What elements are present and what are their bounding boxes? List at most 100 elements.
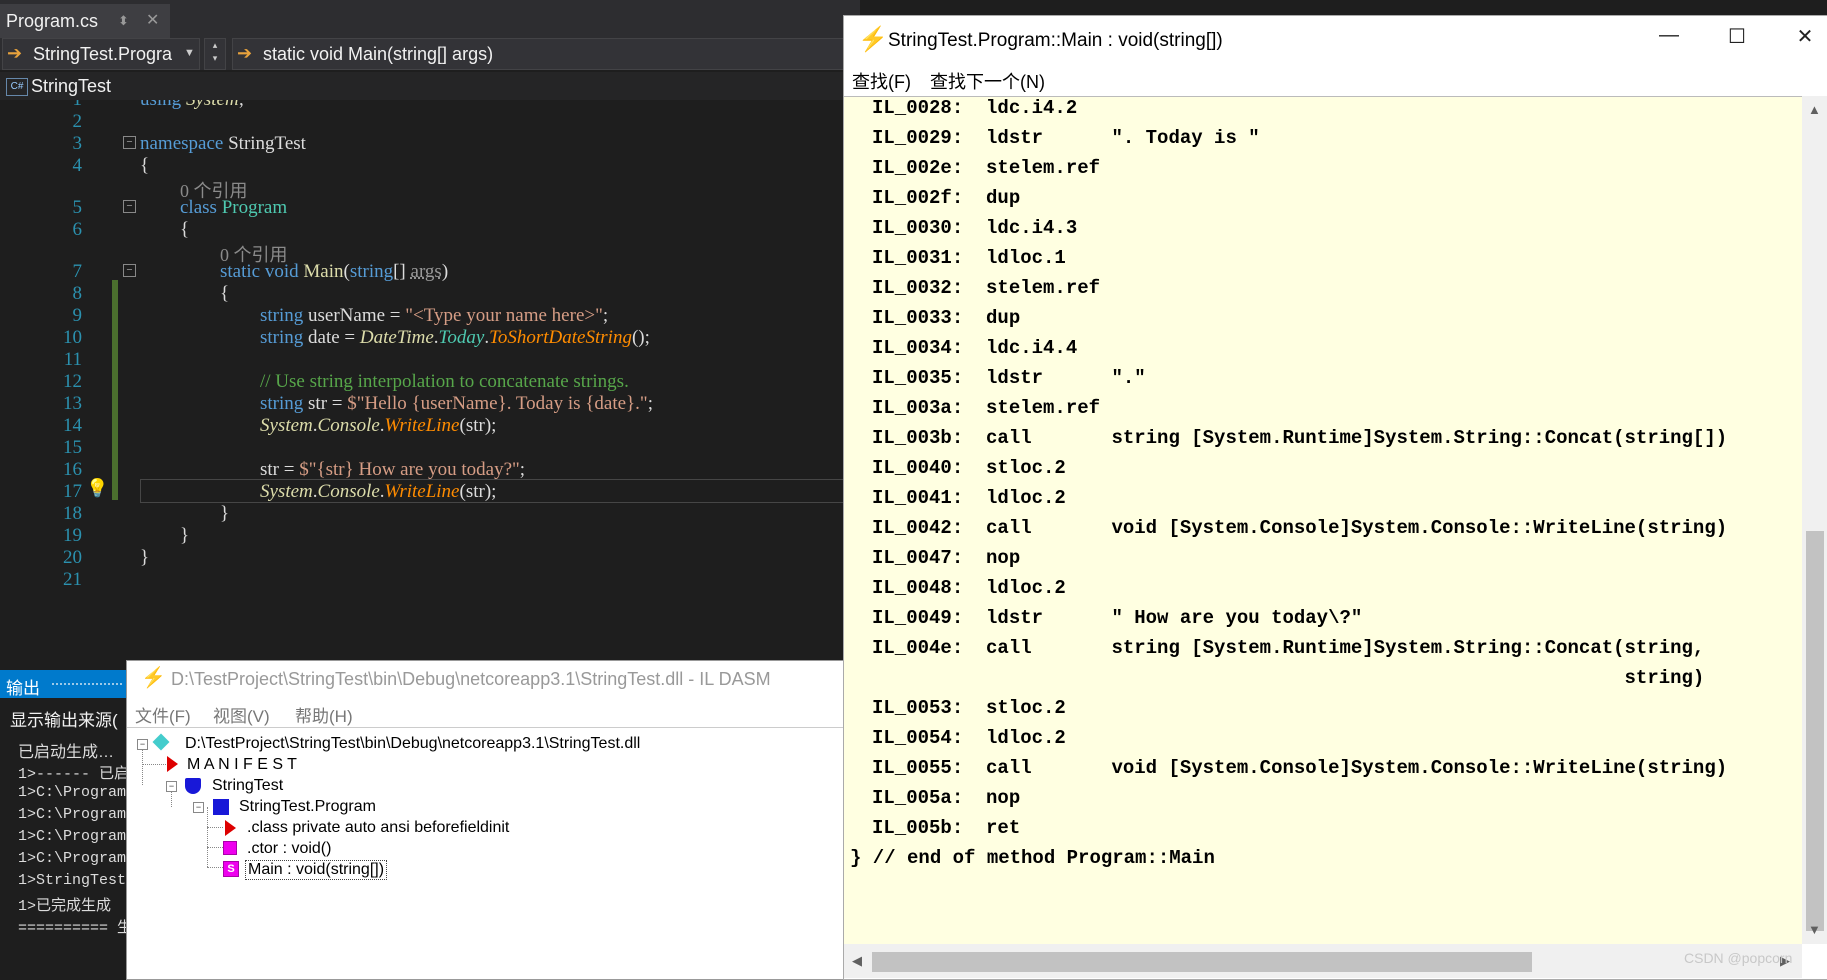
tree-toggle-class[interactable]: − xyxy=(193,802,204,813)
method-title-bar[interactable]: ⚡ StringTest.Program::Main : void(string… xyxy=(844,16,1827,64)
il-line: IL_0049: ldstr " How are you today\?" xyxy=(872,607,1363,629)
nav-spinner[interactable]: ▴ ▾ xyxy=(204,38,226,70)
code-line: using System; xyxy=(140,100,244,111)
keyword: string xyxy=(260,327,304,348)
fold-toggle-class[interactable]: − xyxy=(123,200,136,213)
keyword: static xyxy=(220,261,261,282)
il-line: IL_0053: stloc.2 xyxy=(872,697,1066,719)
output-source-label: 显示输出来源( xyxy=(10,711,118,730)
maximize-button[interactable]: ☐ xyxy=(1717,24,1757,54)
code-line: System.Console.WriteLine(str); xyxy=(260,481,496,503)
output-line: ========== 生 xyxy=(18,920,130,937)
fold-toggle-main[interactable]: − xyxy=(123,264,136,277)
ildasm-app-icon: ⚡ xyxy=(141,667,166,689)
close-icon[interactable]: ✕ xyxy=(146,10,159,30)
keyword: void xyxy=(264,261,299,282)
scroll-left-arrow[interactable]: ◀ xyxy=(852,953,862,969)
tree-node-assembly[interactable]: D:\TestProject\StringTest\bin\Debug\netc… xyxy=(185,735,640,753)
code-line: string str = $"Hello {userName}. Today i… xyxy=(260,393,653,415)
code-editor[interactable]: − − − 1 2 3 4 5 6 7 8 9 10 11 12 13 14 1… xyxy=(0,100,860,670)
il-line: IL_0028: ldc.i4.2 xyxy=(872,97,1078,119)
output-line: 1>------ 已启 xyxy=(18,766,130,783)
keyword: class xyxy=(180,197,217,218)
string-literal: $"Hello xyxy=(347,393,412,414)
menu-find-next[interactable]: 查找下一个(N) xyxy=(930,68,1045,94)
namespace-ref: System xyxy=(260,415,313,436)
line-number: 16 xyxy=(63,459,82,480)
current-line-highlight xyxy=(140,479,860,503)
close-button[interactable]: ✕ xyxy=(1785,24,1825,54)
parameter: args xyxy=(410,261,442,282)
line-number: 21 xyxy=(63,569,82,590)
scroll-down-arrow[interactable]: ▼ xyxy=(1808,922,1821,937)
code-comment: // Use string interpolation to concatena… xyxy=(260,371,629,392)
vertical-scroll-thumb[interactable] xyxy=(1806,531,1824,931)
line-number: 10 xyxy=(63,327,82,348)
pin-icon[interactable]: ⬍ xyxy=(118,13,129,29)
line-number: 9 xyxy=(72,305,83,326)
vertical-scrollbar[interactable]: ▲ ▼ xyxy=(1802,96,1827,944)
tree-toggle-root[interactable]: − xyxy=(137,739,148,750)
line-number: 7 xyxy=(72,261,83,282)
grip xyxy=(52,683,122,685)
member-dropdown-value: static void Main(string[] args) xyxy=(263,44,494,64)
tree-node-ctor[interactable]: .ctor : void() xyxy=(247,840,331,858)
output-title: 输出 xyxy=(6,679,40,698)
code-line: static void Main(string[] args) xyxy=(220,261,448,283)
horizontal-scrollbar[interactable]: ◀ ▶ xyxy=(844,944,1802,978)
il-line: IL_0047: nop xyxy=(872,547,1021,569)
menu-file[interactable]: 文件(F) xyxy=(135,702,191,727)
interp-var: {date} xyxy=(585,393,636,414)
tree-node-manifest[interactable]: M A N I F E S T xyxy=(187,756,297,774)
class-dropdown[interactable]: ➔ StringTest.Progra ▼ xyxy=(2,38,200,70)
punct: } xyxy=(140,547,150,568)
fold-toggle-namespace[interactable]: − xyxy=(123,136,136,149)
output-panel-tab[interactable]: 输出 xyxy=(0,670,130,698)
il-line: IL_0031: ldloc.1 xyxy=(872,247,1066,269)
ildasm-title-bar[interactable]: ⚡ D:\TestProject\StringTest\bin\Debug\ne… xyxy=(127,661,887,697)
code-line: { xyxy=(180,219,189,241)
horizontal-scroll-thumb[interactable] xyxy=(872,952,1532,972)
il-line: IL_002f: dup xyxy=(872,187,1021,209)
tree-toggle-namespace[interactable]: − xyxy=(166,781,177,792)
il-line: string) xyxy=(872,667,1705,689)
output-panel[interactable]: 显示输出来源( 已启动生成… 1>------ 已启 1>C:\Program … xyxy=(0,698,130,978)
class-dropdown-value: StringTest.Progra xyxy=(33,44,173,64)
il-line: IL_0041: ldloc.2 xyxy=(872,487,1066,509)
method-window-title: StringTest.Program::Main : void(string[]… xyxy=(888,30,1223,51)
code-line: } xyxy=(220,503,229,525)
keyword: string xyxy=(349,261,394,282)
tree-node-namespace[interactable]: StringTest xyxy=(212,777,283,795)
tree-connector xyxy=(207,867,223,868)
code-line: } xyxy=(140,547,149,569)
string-literal: ." xyxy=(635,393,648,414)
punct: ; xyxy=(239,100,244,110)
manifest-icon xyxy=(167,756,178,772)
menu-view[interactable]: 视图(V) xyxy=(213,702,270,727)
menu-find[interactable]: 查找(F) xyxy=(852,68,911,94)
tree-node-class-decl[interactable]: .class private auto ansi beforefieldinit xyxy=(247,819,509,837)
line-number: 2 xyxy=(72,111,83,132)
punct: { xyxy=(220,283,230,304)
tree-node-class[interactable]: StringTest.Program xyxy=(239,798,376,816)
il-line: IL_0048: ldloc.2 xyxy=(872,577,1066,599)
scroll-up-arrow[interactable]: ▲ xyxy=(1808,102,1821,117)
arrow-icon: ➔ xyxy=(7,43,23,63)
code-line: System.Console.WriteLine(str); xyxy=(260,415,496,437)
line-number: 11 xyxy=(63,349,82,370)
class-decl-icon xyxy=(225,820,236,836)
tab-program-cs[interactable]: Program.cs ⬍ ✕ xyxy=(0,4,170,40)
tree-node-main[interactable]: Main : void(string[]) xyxy=(245,860,388,880)
arrow-icon: ➔ xyxy=(237,43,253,63)
member-dropdown[interactable]: ➔ static void Main(string[] args) xyxy=(232,38,854,70)
menu-help[interactable]: 帮助(H) xyxy=(295,702,353,727)
lightbulb-icon[interactable]: 💡 xyxy=(86,478,108,499)
assembly-tree[interactable]: − D:\TestProject\StringTest\bin\Debug\ne… xyxy=(127,731,887,977)
tree-connector xyxy=(207,807,208,867)
change-bar xyxy=(112,280,118,500)
il-line: IL_0029: ldstr ". Today is " xyxy=(872,127,1260,149)
string-literal: $" xyxy=(299,459,317,480)
punct: (str); xyxy=(459,481,497,502)
il-code-view[interactable]: IL_0028: ldc.i4.2 IL_0029: ldstr ". Toda… xyxy=(844,96,1802,945)
minimize-button[interactable]: — xyxy=(1649,24,1689,54)
